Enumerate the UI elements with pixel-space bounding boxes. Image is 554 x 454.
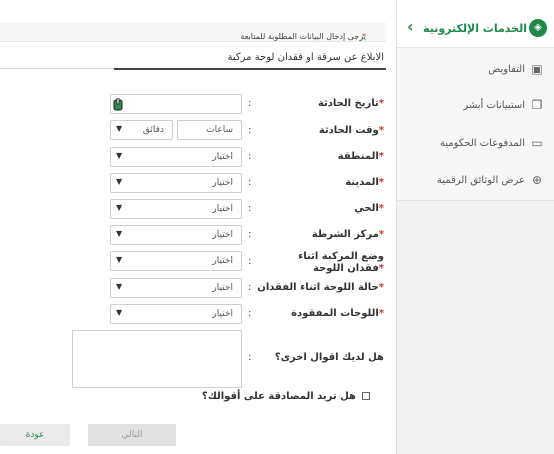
hours-select[interactable]: ساعات	[177, 120, 242, 140]
confirm-checkbox[interactable]	[362, 392, 370, 400]
vehicle-status-label: وضع المركبة اثناء فقدان اللوحة*	[298, 251, 384, 274]
next-button[interactable]: التالي	[88, 424, 176, 446]
sidebar: ‹ الخدمات الإلكترونية ◈ ▣ التفاويض ❐ است…	[396, 0, 554, 454]
vehicle-status-select[interactable]: اختيار ▼	[110, 251, 242, 271]
lost-plates-label: اللوحات المفقودة*	[291, 308, 384, 319]
colon: :	[248, 308, 252, 319]
minutes-select[interactable]: دقائق ▼	[110, 120, 173, 140]
sidebar-item-label: عرض الوثائق الرقمية	[436, 174, 525, 186]
eservices-logo-icon: ◈	[529, 19, 547, 37]
accident-date-label: تاريخ الحادثة*	[317, 98, 384, 109]
sidebar-item-label: التفاويض	[488, 63, 525, 75]
chevron-down-icon: ▼	[116, 255, 123, 264]
sidebar-header[interactable]: ‹ الخدمات الإلكترونية ◈	[397, 0, 554, 48]
district-label: الحي*	[354, 203, 384, 214]
colon: :	[248, 125, 252, 136]
sidebar-item-authorizations[interactable]: ▣ التفاويض	[488, 59, 544, 79]
city-select[interactable]: اختيار ▼	[110, 173, 242, 193]
colon: :	[248, 352, 252, 363]
globe-icon: ⊕	[531, 173, 543, 187]
chevron-down-icon: ▼	[116, 282, 123, 291]
chevron-down-icon: ▼	[116, 177, 123, 186]
chevron-down-icon: ▼	[116, 203, 123, 212]
colon: :	[248, 151, 252, 162]
lost-plates-select[interactable]: اختيار ▼	[110, 304, 242, 324]
colon: :	[248, 282, 252, 293]
city-label: المدينة*	[345, 177, 384, 188]
title-divider	[0, 68, 114, 69]
sidebar-item-digital-documents[interactable]: ⊕ عرض الوثائق الرقمية	[437, 170, 544, 190]
sidebar-empty-area	[397, 200, 554, 454]
briefcase-icon: ▣	[531, 62, 543, 76]
back-button[interactable]: عودة	[0, 424, 70, 446]
sidebar-item-label: استبيانات أبشر	[463, 99, 525, 111]
hand-cursor-icon	[113, 98, 123, 111]
form-title: الابلاغ عن سرقة او فقدان لوحة مركبة	[227, 52, 384, 63]
plate-status-select[interactable]: اختيار ▼	[110, 278, 242, 298]
notice-text: يرجى إدخال البيانات المطلوبة للمتابعة	[240, 32, 366, 41]
police-center-select[interactable]: اختيار ▼	[110, 225, 242, 245]
district-select[interactable]: اختيار ▼	[110, 199, 242, 219]
other-statements-textarea[interactable]	[72, 330, 242, 388]
colon: :	[248, 229, 252, 240]
title-underline	[114, 68, 386, 70]
plate-status-label: حالة اللوحة اثناء الفقدان*	[257, 282, 384, 293]
colon: :	[248, 203, 252, 214]
sidebar-item-label: المدفوعات الحكومية	[439, 137, 525, 149]
accident-time-label: وقت الحادثة*	[318, 125, 384, 136]
other-statements-label: هل لديك اقوال اخرى؟	[274, 352, 384, 363]
chevron-left-icon[interactable]: ‹	[407, 18, 421, 36]
credit-card-icon: ▭	[531, 136, 543, 150]
accident-date-input[interactable]	[110, 94, 242, 114]
sidebar-title: الخدمات الإلكترونية	[423, 22, 527, 35]
required-notice: * يرجى إدخال البيانات المطلوبة للمتابعة	[0, 22, 386, 42]
chevron-down-icon: ▼	[116, 151, 123, 160]
colon: :	[248, 177, 252, 188]
sidebar-item-government-payments[interactable]: ▭ المدفوعات الحكومية	[440, 133, 544, 153]
colon: :	[248, 98, 252, 109]
clipboard-icon: ❐	[531, 98, 543, 112]
main-panel: * يرجى إدخال البيانات المطلوبة للمتابعة ا…	[0, 0, 396, 454]
chevron-down-icon: ▼	[116, 124, 123, 133]
sidebar-item-absher-surveys[interactable]: ❐ استبيانات أبشر	[463, 95, 544, 115]
police-center-label: مركز الشرطة*	[311, 229, 384, 240]
region-label: المنطقة*	[337, 151, 384, 162]
chevron-down-icon: ▼	[116, 308, 123, 317]
colon: :	[248, 256, 252, 267]
confirm-label: هل تريد المصادقة على أقوالك؟	[201, 391, 356, 402]
chevron-down-icon: ▼	[116, 229, 123, 238]
region-select[interactable]: اختيار ▼	[110, 147, 242, 167]
